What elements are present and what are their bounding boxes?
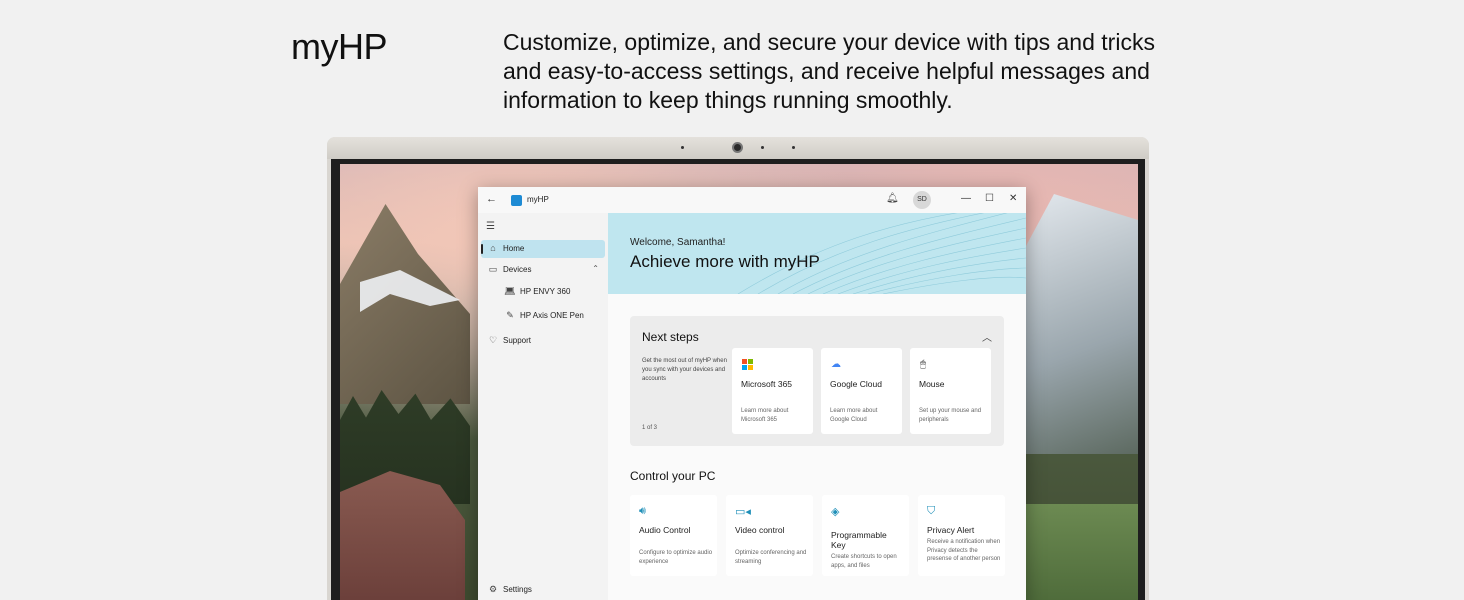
sidebar-item-label: Settings [503, 585, 532, 594]
speaker-icon: 🔊︎ [639, 505, 646, 517]
app-name: myHP [527, 195, 549, 204]
pen-icon: ✎ [506, 310, 514, 320]
tile-title: Video control [735, 525, 785, 535]
sidebar-item-support[interactable]: ♡ Support [481, 332, 605, 350]
support-icon: ♡ [488, 335, 498, 345]
shield-icon: ⛉ [927, 505, 936, 517]
programmable-key-tile[interactable]: ◈ Programmable Key Create shortcuts to o… [822, 495, 909, 576]
control-section-title: Control your PC [630, 469, 716, 483]
laptop-icon: 💻︎ [504, 286, 516, 296]
page-tagline: Customize, optimize, and secure your dev… [503, 29, 1155, 113]
tile-description: Optimize conferencing and streaming [735, 550, 807, 565]
sidebar-item-label: Home [503, 244, 525, 253]
back-arrow-icon[interactable]: ← [486, 193, 497, 205]
chevron-up-icon[interactable]: ︿ [982, 329, 992, 344]
desktop-wallpaper: ← myHP 🔔︎ SD — ☐ ✕ ☰ ⌂ Home ▭ Devices ⌃ … [340, 164, 1138, 600]
tile-title: Audio Control [639, 525, 691, 535]
video-control-tile[interactable]: ▭◂ Video control Optimize conferencing a… [726, 495, 813, 576]
key-icon: ◈ [831, 506, 840, 518]
next-steps-title: Next steps [642, 330, 699, 344]
tile-description: Set up your mouse and peripherals [919, 408, 982, 423]
tile-description: Create shortcuts to open apps, and files [831, 554, 897, 569]
mouse-icon: 🖱︎ [920, 359, 926, 370]
microsoft-365-tile[interactable]: Microsoft 365 Learn more about Microsoft… [732, 348, 813, 434]
google-cloud-tile[interactable]: ☁ Google Cloud Learn more about Google C… [821, 348, 902, 434]
video-icon: ▭◂ [735, 506, 751, 518]
notification-bell-icon[interactable]: 🔔︎ [886, 193, 899, 204]
sidebar-item-devices[interactable]: ▭ Devices ⌃ [481, 261, 605, 279]
main-content: Welcome, Samantha! Achieve more with myH… [608, 213, 1026, 600]
webcam-icon [732, 142, 743, 153]
tile-description: Configure to optimize audio experience [639, 550, 713, 565]
chevron-up-icon[interactable]: ⌃ [592, 264, 599, 273]
sensor-dot [761, 146, 764, 149]
sidebar-item-hp-axis-one-pen[interactable]: ✎ HP Axis ONE Pen [498, 307, 605, 325]
sidebar-item-settings[interactable]: ⚙ Settings [481, 581, 605, 599]
sidebar-item-label: Devices [503, 265, 532, 274]
avatar[interactable]: SD [913, 191, 931, 209]
sidebar-item-hp-envy-360[interactable]: 💻︎ HP ENVY 360 [498, 283, 605, 301]
privacy-alert-tile[interactable]: ⛉ Privacy Alert Receive a notification w… [918, 495, 1005, 576]
tile-title: Microsoft 365 [741, 379, 793, 389]
home-icon: ⌂ [490, 243, 496, 253]
tile-title: Mouse [919, 379, 945, 389]
microsoft-logo-icon [742, 359, 753, 370]
sensor-dot [681, 146, 684, 149]
tile-description: Receive a notification when Privacy dete… [927, 539, 1001, 562]
page-title: myHP [291, 26, 388, 67]
next-steps-description: Get the most out of myHP when you sync w… [642, 358, 727, 382]
next-steps-card: Next steps ︿ Get the most out of myHP wh… [630, 316, 1004, 446]
sensor-dot [792, 146, 795, 149]
hero-title: Achieve more with myHP [630, 252, 820, 271]
page-indicator: 1 of 3 [642, 425, 658, 431]
welcome-text: Welcome, Samantha! [630, 237, 726, 248]
hamburger-menu-icon[interactable]: ☰ [486, 221, 495, 232]
sidebar-item-home[interactable]: ⌂ Home [481, 240, 605, 258]
tile-title: Google Cloud [830, 379, 882, 389]
devices-icon: ▭ [488, 264, 498, 274]
close-icon[interactable]: ✕ [1009, 193, 1017, 204]
welcome-banner: Welcome, Samantha! Achieve more with myH… [608, 213, 1026, 294]
tile-title: Programmable Key [831, 530, 887, 550]
sidebar-item-label: HP Axis ONE Pen [520, 311, 584, 320]
sidebar: ☰ ⌂ Home ▭ Devices ⌃ 💻︎ HP ENVY 360 ✎ HP… [478, 213, 608, 600]
tile-description: Learn more about Microsoft 365 [741, 408, 789, 423]
tile-title: Privacy Alert [927, 525, 975, 535]
google-cloud-icon: ☁ [831, 359, 841, 370]
sidebar-item-label: HP ENVY 360 [520, 287, 571, 296]
tile-description: Learn more about Google Cloud [830, 408, 878, 423]
laptop-top-bezel [327, 137, 1149, 159]
title-bar: ← myHP 🔔︎ SD — ☐ ✕ [478, 187, 1026, 213]
sidebar-item-label: Support [503, 336, 532, 345]
minimize-icon[interactable]: — [961, 193, 971, 204]
mouse-tile[interactable]: 🖱︎ Mouse Set up your mouse and periphera… [910, 348, 991, 434]
gear-icon: ⚙ [488, 584, 498, 594]
myhp-logo [511, 195, 522, 206]
myhp-window: ← myHP 🔔︎ SD — ☐ ✕ ☰ ⌂ Home ▭ Devices ⌃ … [478, 187, 1026, 600]
audio-control-tile[interactable]: 🔊︎ Audio Control Configure to optimize a… [630, 495, 717, 576]
laptop-frame: ← myHP 🔔︎ SD — ☐ ✕ ☰ ⌂ Home ▭ Devices ⌃ … [327, 137, 1149, 600]
maximize-icon[interactable]: ☐ [985, 193, 994, 204]
